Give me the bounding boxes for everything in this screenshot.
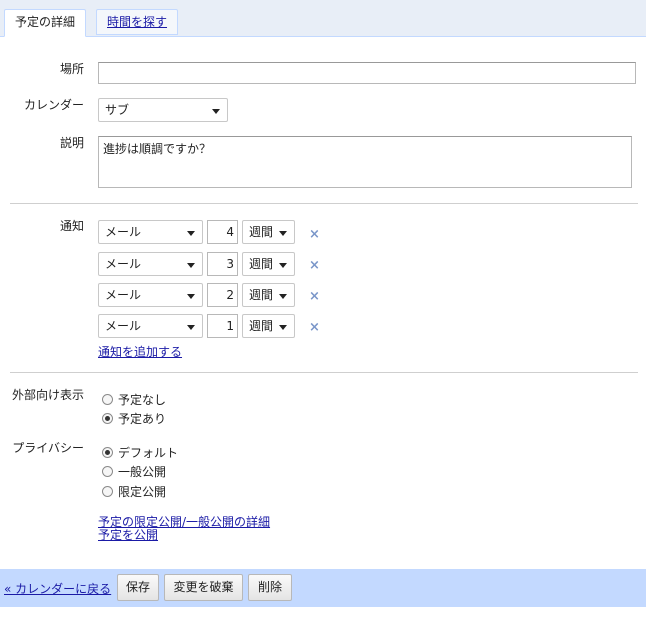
notification-unit-select[interactable]: 週間 (242, 314, 295, 338)
notification-unit-select[interactable]: 週間 (242, 220, 295, 244)
tab-event-details[interactable]: 予定の詳細 (4, 9, 86, 37)
notification-amount-input[interactable]: 2 (207, 283, 238, 307)
calendar-label: カレンダー (23, 98, 84, 112)
notification-amount-input[interactable]: 4 (207, 220, 238, 244)
privacy-private-radio[interactable] (102, 486, 113, 497)
notification-method-value: メール (105, 288, 142, 302)
remove-notification-icon[interactable]: × (309, 259, 320, 272)
chevron-down-icon (212, 109, 220, 114)
chevron-down-icon (279, 294, 287, 299)
privacy-public-label: 一般公開 (118, 465, 167, 479)
remove-notification-icon[interactable]: × (309, 321, 320, 334)
chevron-down-icon (187, 263, 195, 268)
location-input[interactable] (98, 62, 636, 84)
description-textarea[interactable]: 進捗は順調ですか？ (98, 136, 632, 188)
notification-method-value: メール (105, 225, 142, 239)
chevron-down-icon (187, 325, 195, 330)
save-button[interactable]: 保存 (117, 574, 159, 601)
calendar-select-value: サブ (105, 103, 130, 117)
location-label: 場所 (59, 62, 84, 76)
notification-unit-value: 週間 (249, 288, 274, 302)
show-as-busy-label: 予定あり (118, 412, 167, 426)
chevron-down-icon (187, 294, 195, 299)
notifications-label: 通知 (59, 219, 84, 233)
notification-unit-select[interactable]: 週間 (242, 283, 295, 307)
notification-unit-value: 週間 (249, 257, 274, 271)
show-as-label: 外部向け表示 (11, 388, 84, 402)
back-to-calendar-link[interactable]: « カレンダーに戻る (4, 580, 111, 597)
notification-method-value: メール (105, 257, 142, 271)
privacy-public-radio[interactable] (102, 466, 113, 477)
notification-unit-value: 週間 (249, 319, 274, 333)
calendar-select[interactable]: サブ (98, 98, 228, 122)
privacy-private-label: 限定公開 (118, 485, 167, 499)
notification-method-select[interactable]: メール (98, 252, 203, 276)
tab-find-time[interactable]: 時間を探す (96, 9, 178, 35)
notification-method-select[interactable]: メール (98, 220, 203, 244)
chevron-down-icon (279, 263, 287, 268)
notification-amount-input[interactable]: 1 (207, 314, 238, 338)
show-as-busy-radio[interactable] (102, 413, 113, 424)
notification-amount-input[interactable]: 3 (207, 252, 238, 276)
chevron-down-icon (187, 231, 195, 236)
notification-method-select[interactable]: メール (98, 314, 203, 338)
add-notification-link[interactable]: 通知を追加する (98, 343, 182, 360)
chevron-down-icon (279, 325, 287, 330)
notification-unit-select[interactable]: 週間 (242, 252, 295, 276)
show-as-available-radio[interactable] (102, 394, 113, 405)
divider (10, 203, 638, 204)
tab-bar: 予定の詳細 時間を探す (0, 0, 646, 37)
notification-unit-value: 週間 (249, 225, 274, 239)
publish-event-link[interactable]: 予定を公開 (98, 526, 158, 543)
show-as-available-label: 予定なし (118, 393, 167, 407)
chevron-down-icon (279, 231, 287, 236)
privacy-default-label: デフォルト (118, 446, 179, 460)
privacy-label: プライバシー (12, 441, 84, 455)
notification-method-select[interactable]: メール (98, 283, 203, 307)
remove-notification-icon[interactable]: × (309, 290, 320, 303)
discard-changes-button[interactable]: 変更を破棄 (164, 574, 243, 601)
divider (10, 372, 638, 373)
remove-notification-icon[interactable]: × (309, 228, 320, 241)
delete-button[interactable]: 削除 (248, 574, 292, 601)
privacy-default-radio[interactable] (102, 447, 113, 458)
description-label: 説明 (59, 136, 84, 150)
notification-method-value: メール (105, 319, 142, 333)
